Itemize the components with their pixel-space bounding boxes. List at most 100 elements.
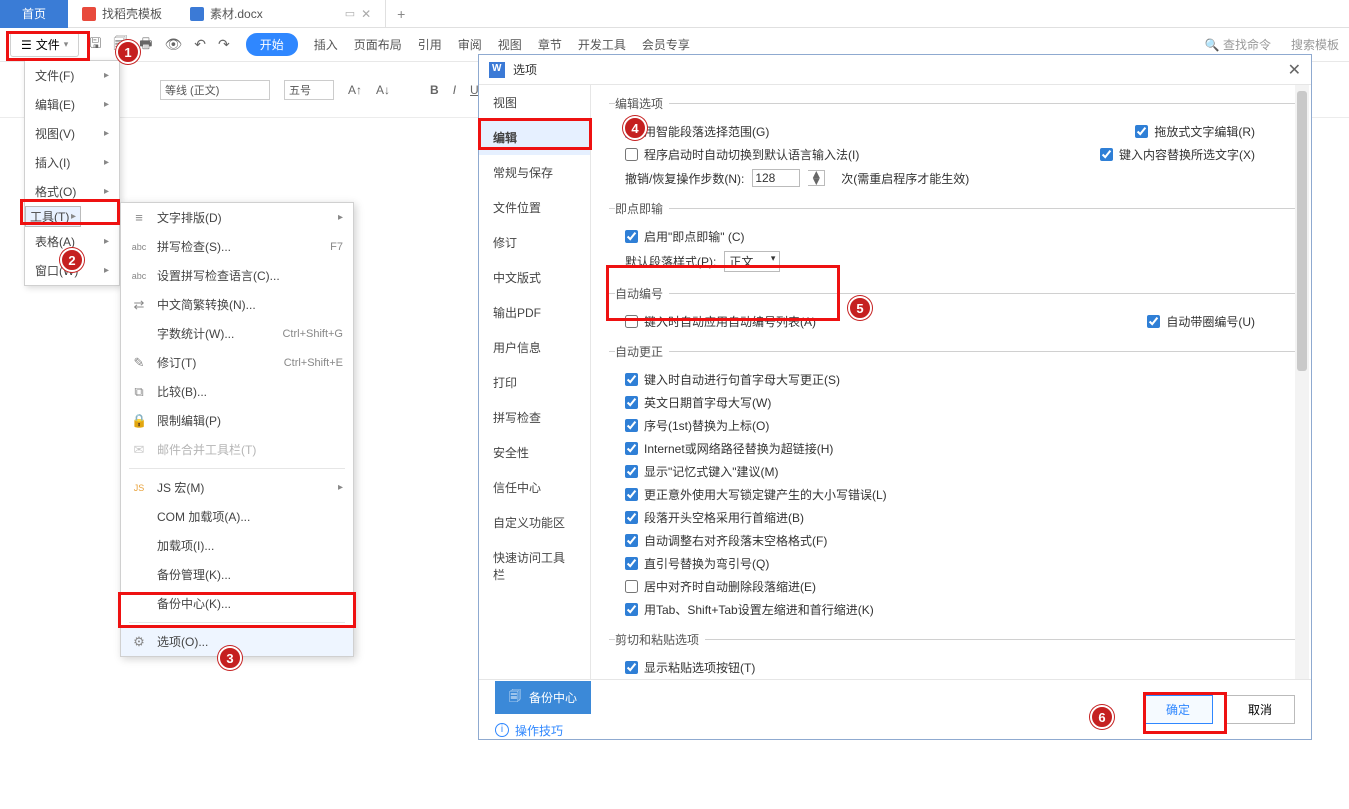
search-icon: 🔍 [1205, 38, 1220, 52]
chk-autofix[interactable]: 显示"记忆式键入"建议(M) [625, 463, 779, 480]
dlg-nav-item[interactable]: 快速访问工具栏 [479, 540, 590, 592]
sm-mailmerge: ✉邮件合并工具栏(T) [121, 435, 353, 464]
fm-file[interactable]: 文件(F)▸ [25, 61, 119, 90]
fm-format[interactable]: 格式(O)▸ [25, 177, 119, 206]
chk-autofix[interactable]: 键入时自动进行句首字母大写更正(S) [625, 371, 840, 388]
sm-revise[interactable]: ✎修订(T)Ctrl+Shift+E [121, 348, 353, 377]
callout-3: 3 [218, 646, 242, 670]
sm-restrict[interactable]: 🔒限制编辑(P) [121, 406, 353, 435]
sm-text-layout[interactable]: ≡文字排版(D)▸ [121, 203, 353, 232]
search-command[interactable]: 🔍 查找命令 [1205, 36, 1271, 53]
compare-icon: ⧉ [131, 384, 147, 400]
sm-com-addin[interactable]: COM 加载项(A)... [121, 502, 353, 531]
fm-view[interactable]: 视图(V)▸ [25, 119, 119, 148]
chk-autofix[interactable]: 直引号替换为弯引号(Q) [625, 555, 769, 572]
dlg-nav-item[interactable]: 常规与保存 [479, 155, 590, 190]
scrollbar[interactable] [1295, 85, 1309, 679]
chk-replace-sel[interactable]: 键入内容替换所选文字(X) [1100, 146, 1255, 163]
dlg-nav-item[interactable]: 编辑 [479, 120, 590, 155]
dlg-nav-item[interactable]: 拼写检查 [479, 400, 590, 435]
italic-icon[interactable]: I [453, 83, 456, 97]
dialog-footer: 🗐备份中心 i操作技巧 确定 取消 [479, 679, 1311, 739]
print-icon[interactable]: 🖶 [139, 33, 152, 57]
ribbon-tab-start[interactable]: 开始 [246, 33, 298, 56]
callout-4: 4 [623, 116, 647, 140]
tab-template[interactable]: 找稻壳模板 [68, 0, 176, 28]
chk-autofix[interactable]: 段落开头空格采用行首缩进(B) [625, 509, 804, 526]
fm-tools[interactable]: 工具(T)▸ [25, 206, 81, 227]
chk-click-enable[interactable]: 启用"即点即输" (C) [625, 228, 745, 245]
undo-steps-label: 撤销/恢复操作步数(N): [625, 170, 744, 187]
ribbon-tab[interactable]: 插入 [314, 36, 338, 53]
chk-autofix[interactable]: 居中对齐时自动删除段落缩进(E) [625, 578, 816, 595]
chk-auto-ime[interactable]: 程序启动时自动切换到默认语言输入法(I) [625, 146, 859, 163]
redo-icon[interactable]: ↷ [218, 36, 230, 53]
search-template[interactable]: 搜索模板 [1291, 36, 1339, 53]
chk-paste-btn[interactable]: 显示粘贴选项按钮(T) [625, 659, 755, 676]
dlg-nav-item[interactable]: 自定义功能区 [479, 505, 590, 540]
fm-edit[interactable]: 编辑(E)▸ [25, 90, 119, 119]
file-menu-button[interactable]: ☰ 文件 ▾ [10, 32, 79, 57]
chk-autonum-apply[interactable]: 键入时自动应用自动编号列表(A) [625, 313, 816, 330]
sm-addin[interactable]: 加载项(I)... [121, 531, 353, 560]
cancel-button[interactable]: 取消 [1225, 695, 1295, 724]
dlg-nav-item[interactable]: 输出PDF [479, 295, 590, 330]
chk-autofix[interactable]: 英文日期首字母大写(W) [625, 394, 771, 411]
dlg-nav-item[interactable]: 修订 [479, 225, 590, 260]
ribbon-tab[interactable]: 视图 [498, 36, 522, 53]
ribbon-tab[interactable]: 章节 [538, 36, 562, 53]
tab-document[interactable]: 素材.docx ▭ ✕ [176, 0, 386, 28]
chk-autofix[interactable]: 更正意外使用大写锁定键产生的大小写错误(L) [625, 486, 887, 503]
chk-drag-edit[interactable]: 拖放式文字编辑(R) [1135, 123, 1255, 140]
tab-home[interactable]: 首页 [0, 0, 68, 28]
dlg-nav-item[interactable]: 文件位置 [479, 190, 590, 225]
dlg-nav-item[interactable]: 信任中心 [479, 470, 590, 505]
sm-js-macro[interactable]: JSJS 宏(M)▸ [121, 473, 353, 502]
font-select[interactable]: 等线 (正文) [160, 80, 270, 100]
dlg-nav-item[interactable]: 视图 [479, 85, 590, 120]
shrink-font-icon[interactable]: A↓ [376, 83, 390, 97]
sm-backup-center[interactable]: 备份中心(K)... [121, 589, 353, 618]
sm-chinese-convert[interactable]: ⇄中文简繁转换(N)... [121, 290, 353, 319]
preview-icon[interactable]: 👁 [164, 36, 182, 53]
size-select[interactable]: 五号 [284, 80, 334, 100]
sm-spell-lang[interactable]: abc设置拼写检查语言(C)... [121, 261, 353, 290]
chk-autofix[interactable]: 自动调整右对齐段落末空格格式(F) [625, 532, 827, 549]
ok-button[interactable]: 确定 [1143, 695, 1213, 724]
close-icon[interactable]: ✕ [1288, 60, 1301, 80]
save-icon[interactable]: 🖫 [89, 33, 101, 57]
chk-autofix[interactable]: 用Tab、Shift+Tab设置左缩进和首行缩进(K) [625, 601, 874, 618]
ribbon-tab[interactable]: 引用 [418, 36, 442, 53]
chk-autonum-circle[interactable]: 自动带圈编号(U) [1147, 313, 1255, 330]
undo-steps-input[interactable]: 128 [752, 169, 800, 187]
ribbon-tab[interactable]: 审阅 [458, 36, 482, 53]
chk-autofix[interactable]: 序号(1st)替换为上标(O) [625, 417, 769, 434]
new-tab-button[interactable]: + [386, 6, 416, 22]
doc-restore-icon[interactable]: ▭ [345, 7, 355, 20]
ribbon-tab[interactable]: 会员专享 [642, 36, 690, 53]
dlg-nav-item[interactable]: 中文版式 [479, 260, 590, 295]
fm-insert[interactable]: 插入(I)▸ [25, 148, 119, 177]
undo-spinner[interactable]: ▲▼ [808, 170, 825, 186]
bold-icon[interactable]: B [430, 83, 439, 97]
sm-backup-mgr[interactable]: 备份管理(K)... [121, 560, 353, 589]
doc-close-icon[interactable]: ✕ [361, 7, 371, 21]
backup-center-button[interactable]: 🗐备份中心 [495, 681, 591, 714]
dialog-content: 编辑选项 用智能段落选择范围(G) 拖放式文字编辑(R) 程序启动时自动切换到默… [591, 85, 1311, 679]
tips-link[interactable]: i操作技巧 [495, 722, 591, 739]
sm-spellcheck[interactable]: abc拼写检查(S)...F7 [121, 232, 353, 261]
undo-icon[interactable]: ↶ [194, 36, 206, 53]
sm-wordcount[interactable]: 字数统计(W)...Ctrl+Shift+G [121, 319, 353, 348]
dlg-nav-item[interactable]: 安全性 [479, 435, 590, 470]
grow-font-icon[interactable]: A↑ [348, 83, 362, 97]
ribbon-tab[interactable]: 开发工具 [578, 36, 626, 53]
chk-autofix[interactable]: Internet或网络路径替换为超链接(H) [625, 440, 833, 457]
ribbon-tab[interactable]: 页面布局 [354, 36, 402, 53]
dlg-nav-item[interactable]: 用户信息 [479, 330, 590, 365]
para-style-select[interactable]: 正文▾ [724, 251, 780, 272]
sm-compare[interactable]: ⧉比较(B)... [121, 377, 353, 406]
tools-submenu: ≡文字排版(D)▸ abc拼写检查(S)...F7 abc设置拼写检查语言(C)… [120, 202, 354, 657]
dlg-nav-item[interactable]: 打印 [479, 365, 590, 400]
chevron-down-icon: ▾ [64, 39, 69, 50]
file-menu-label: 文件 [36, 36, 60, 53]
